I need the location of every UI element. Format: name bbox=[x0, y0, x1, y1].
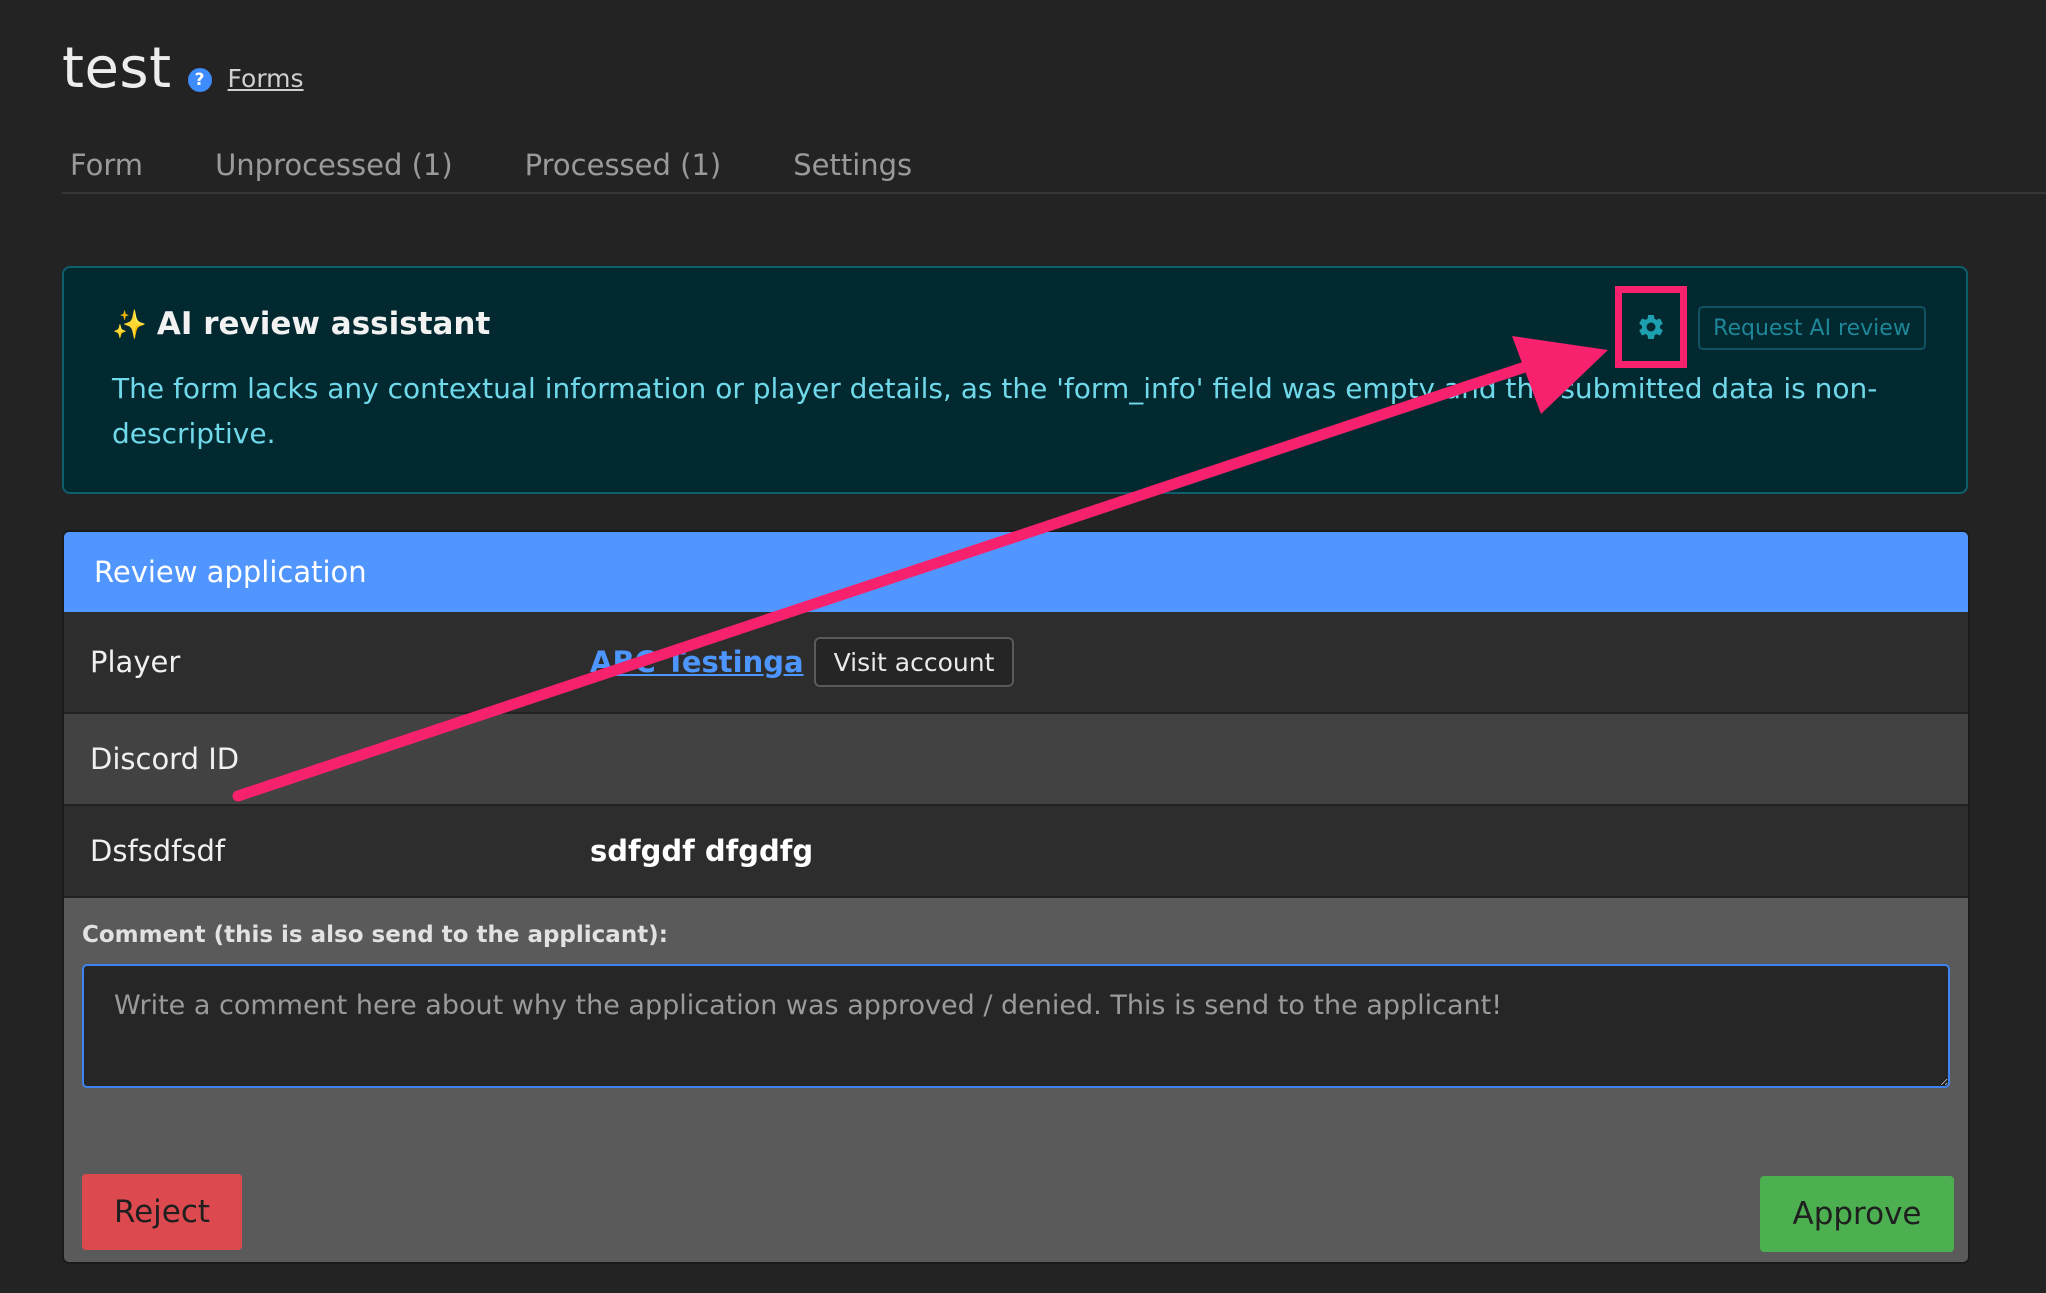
dsfsdfsdf-value: sdfgdf dfgdfg bbox=[590, 834, 814, 868]
review-card-header: Review application bbox=[64, 532, 1968, 612]
forms-link[interactable]: Forms bbox=[228, 64, 304, 93]
discord-id-label: Discord ID bbox=[90, 742, 240, 776]
ai-review-title-text: AI review assistant bbox=[156, 306, 491, 342]
visit-account-button[interactable]: Visit account bbox=[813, 637, 1015, 687]
sparkle-icon: ✨ bbox=[112, 307, 147, 341]
tab-bar: Form Unprocessed (1) Processed (1) Setti… bbox=[62, 140, 2046, 194]
tab-form[interactable]: Form bbox=[62, 140, 151, 192]
player-label: Player bbox=[90, 645, 181, 679]
request-ai-review-button[interactable]: Request AI review bbox=[1698, 306, 1926, 350]
ai-settings-button[interactable] bbox=[1615, 286, 1687, 368]
tab-unprocessed[interactable]: Unprocessed (1) bbox=[207, 140, 461, 192]
gear-icon bbox=[1639, 314, 1663, 339]
dsfsdfsdf-label: Dsfsdfsdf bbox=[90, 834, 226, 868]
ai-review-summary: The form lacks any contextual informatio… bbox=[112, 372, 1878, 450]
approve-button[interactable]: Approve bbox=[1760, 1176, 1954, 1252]
table-row: Dsfsdfsdf sdfgdf dfgdfg bbox=[64, 806, 1968, 898]
tab-processed[interactable]: Processed (1) bbox=[517, 140, 730, 192]
table-row: Discord ID bbox=[64, 714, 1968, 806]
help-icon[interactable]: ? bbox=[187, 68, 212, 92]
player-value: ABC Testinga Visit account bbox=[590, 637, 1015, 687]
comment-label: Comment (this is also send to the applic… bbox=[82, 922, 668, 948]
page-title: test bbox=[62, 36, 172, 101]
comment-textarea[interactable] bbox=[82, 964, 1950, 1088]
player-link[interactable]: ABC Testinga bbox=[590, 645, 804, 679]
tab-settings[interactable]: Settings bbox=[785, 140, 920, 192]
table-row: Player ABC Testinga Visit account bbox=[64, 612, 1968, 714]
ai-review-title: ✨ AI review assistant bbox=[112, 306, 490, 342]
page-header: test ? Forms bbox=[62, 36, 304, 101]
reject-button[interactable]: Reject bbox=[82, 1174, 242, 1250]
review-application-card: Review application Player ABC Testinga V… bbox=[62, 530, 1970, 1264]
ai-review-panel: ✨ AI review assistant The form lacks any… bbox=[62, 266, 1968, 494]
